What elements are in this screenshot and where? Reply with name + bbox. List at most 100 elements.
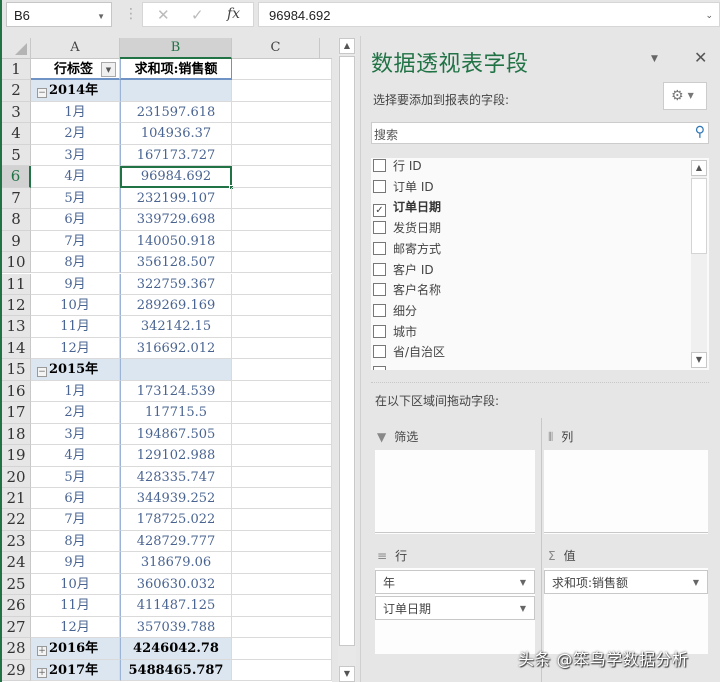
sales-value-cell[interactable]: 4246042.78: [120, 638, 232, 660]
row-header[interactable]: 17: [2, 402, 31, 424]
sales-value-cell[interactable]: 194867.505: [120, 423, 232, 446]
scroll-thumb[interactable]: [691, 178, 707, 254]
tools-button[interactable]: ⚙ ▼: [663, 82, 707, 110]
month-label-cell[interactable]: 2月: [31, 402, 120, 424]
cell[interactable]: [232, 337, 332, 360]
cell[interactable]: [232, 638, 332, 660]
cell[interactable]: [232, 595, 332, 617]
sales-value-cell[interactable]: 322759.367: [120, 273, 232, 295]
row-header[interactable]: 29: [2, 659, 31, 682]
row-header[interactable]: 6: [2, 166, 31, 188]
search-icon[interactable]: ⚲: [695, 124, 705, 140]
columns-drop-zone[interactable]: [544, 450, 708, 534]
row-header[interactable]: 12: [2, 294, 31, 317]
checkbox-icon[interactable]: [373, 241, 386, 255]
row-header[interactable]: 20: [2, 466, 31, 488]
cell[interactable]: [232, 402, 332, 424]
year-label-cell[interactable]: −2014年: [31, 80, 120, 102]
month-label-cell[interactable]: 9月: [31, 552, 120, 574]
month-label-cell[interactable]: 12月: [31, 337, 120, 360]
year-label-cell[interactable]: +2017年: [31, 659, 120, 682]
name-box[interactable]: B6 ▼: [6, 2, 112, 27]
row-header[interactable]: 27: [2, 616, 31, 639]
insert-function-icon[interactable]: fx: [227, 6, 240, 22]
close-icon[interactable]: ✕: [694, 48, 707, 67]
checkbox-icon[interactable]: [373, 345, 386, 359]
month-label-cell[interactable]: 2月: [31, 123, 120, 145]
cell[interactable]: [232, 230, 332, 253]
field-item[interactable]: 细分: [373, 301, 417, 322]
month-label-cell[interactable]: 8月: [31, 530, 120, 553]
month-label-cell[interactable]: 12月: [31, 616, 120, 639]
sales-value-cell[interactable]: 173124.539: [120, 380, 232, 403]
cell[interactable]: [232, 488, 332, 510]
row-header[interactable]: 22: [2, 509, 31, 531]
cell[interactable]: [232, 80, 332, 102]
row-header[interactable]: 24: [2, 552, 31, 574]
sales-value-cell[interactable]: 117715.5: [120, 402, 232, 424]
month-label-cell[interactable]: 4月: [31, 445, 120, 467]
row-header[interactable]: 21: [2, 488, 31, 510]
month-label-cell[interactable]: 6月: [31, 209, 120, 231]
year-label-cell[interactable]: +2016年: [31, 638, 120, 660]
cell[interactable]: [232, 273, 332, 295]
row-header[interactable]: 10: [2, 252, 31, 274]
month-label-cell[interactable]: 11月: [31, 316, 120, 338]
row-header[interactable]: 19: [2, 445, 31, 467]
column-header-d[interactable]: [320, 38, 332, 59]
cell[interactable]: [232, 59, 332, 81]
column-header-a[interactable]: A: [31, 38, 120, 59]
row-header[interactable]: 15: [2, 359, 31, 381]
month-label-cell[interactable]: 3月: [31, 423, 120, 446]
sales-value-cell[interactable]: 356128.507: [120, 252, 232, 274]
month-label-cell[interactable]: 10月: [31, 294, 120, 317]
field-item[interactable]: 订单 ID: [373, 177, 434, 198]
month-label-cell[interactable]: 10月: [31, 573, 120, 596]
scroll-thumb[interactable]: [339, 56, 355, 646]
checkbox-icon[interactable]: [373, 303, 386, 317]
cell[interactable]: [232, 294, 332, 317]
checkbox-icon[interactable]: [373, 221, 386, 235]
cell[interactable]: [232, 187, 332, 210]
field-item[interactable]: 发货日期: [373, 218, 441, 239]
value-field-sum-sales[interactable]: 求和项:销售额 ▼: [544, 570, 708, 594]
sales-value-cell[interactable]: 5488465.787: [120, 659, 232, 682]
row-header[interactable]: 4: [2, 123, 31, 145]
collapse-icon[interactable]: −: [37, 367, 47, 378]
field-list-scrollbar[interactable]: ▲ ▼: [691, 160, 707, 368]
row-header[interactable]: 26: [2, 595, 31, 617]
scroll-up-icon[interactable]: ▲: [339, 38, 355, 54]
field-search-input[interactable]: 搜索 ⚲: [371, 122, 709, 144]
column-header-c[interactable]: C: [232, 38, 320, 59]
month-label-cell[interactable]: 8月: [31, 252, 120, 274]
row-header[interactable]: 8: [2, 209, 31, 231]
cell[interactable]: [232, 144, 332, 167]
cell[interactable]: [232, 252, 332, 274]
sales-value-cell[interactable]: 339729.698: [120, 209, 232, 231]
column-header-b[interactable]: B: [120, 38, 232, 59]
month-label-cell[interactable]: 7月: [31, 509, 120, 531]
field-item[interactable]: 省/自治区: [373, 342, 445, 363]
row-header[interactable]: 1: [2, 59, 31, 81]
cell[interactable]: [232, 466, 332, 488]
cell[interactable]: [232, 659, 332, 682]
sales-value-cell[interactable]: 129102.988: [120, 445, 232, 467]
cell[interactable]: [232, 101, 332, 124]
field-item[interactable]: 邮寄方式: [373, 239, 441, 260]
cell[interactable]: [232, 509, 332, 531]
cell[interactable]: [232, 445, 332, 467]
month-label-cell[interactable]: 5月: [31, 466, 120, 488]
checkbox-icon[interactable]: [373, 179, 386, 193]
expand-icon[interactable]: +: [37, 646, 47, 657]
row-field-year[interactable]: 年 ▼: [375, 570, 535, 594]
sales-value-cell[interactable]: [120, 80, 232, 102]
selected-cell[interactable]: 96984.692: [120, 166, 234, 190]
chevron-down-icon[interactable]: ▼: [97, 12, 105, 21]
row-field-order-date[interactable]: 订单日期 ▼: [375, 596, 535, 620]
checkbox-checked-icon[interactable]: ✓: [373, 204, 386, 218]
select-all-button[interactable]: [2, 38, 31, 59]
row-header[interactable]: 2: [2, 80, 31, 102]
checkbox-icon[interactable]: [373, 366, 386, 370]
month-label-cell[interactable]: 11月: [31, 595, 120, 617]
sales-value-cell[interactable]: 289269.169: [120, 294, 232, 317]
